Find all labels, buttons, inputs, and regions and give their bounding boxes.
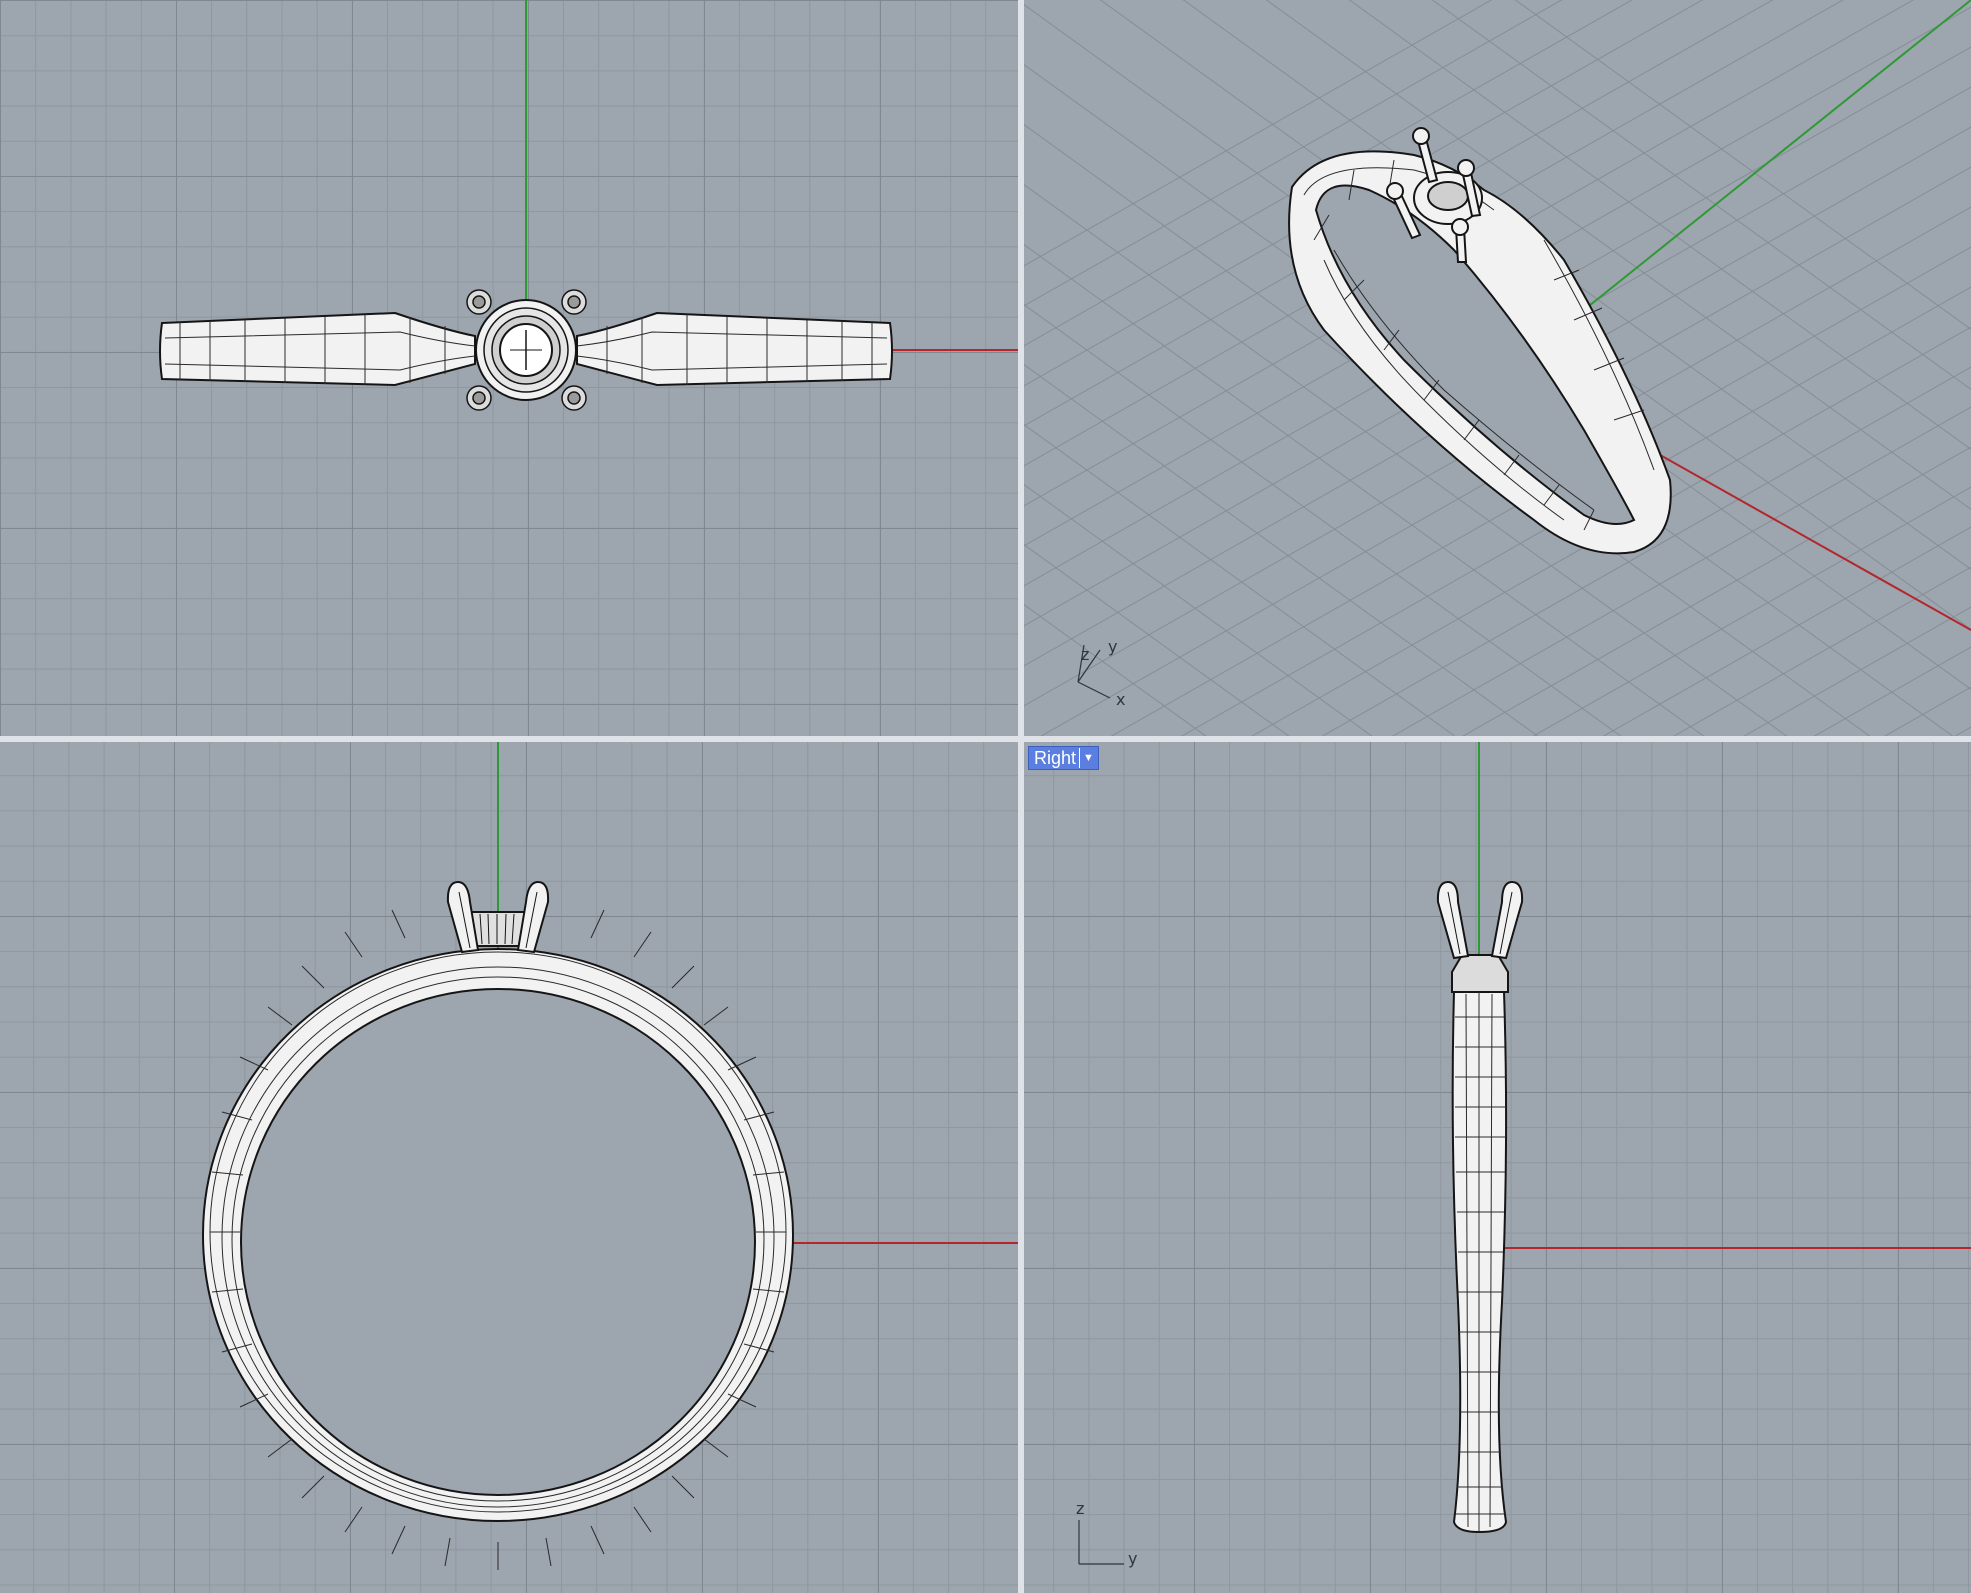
axis-z-label: z [1076, 1499, 1084, 1518]
setting-head-top [466, 289, 587, 411]
axis-x-label: x [1116, 690, 1125, 709]
perspective-viewport-canvas[interactable]: x y z [1024, 0, 1971, 736]
ring-band-front [202, 948, 794, 1522]
axis-z-label: z [1081, 645, 1089, 664]
front-viewport-canvas[interactable] [0, 742, 1018, 1593]
perspective-viewport[interactable]: x y z [1024, 0, 1971, 736]
rhino-workspace: x y z y z Right ▼ [0, 0, 1971, 1593]
ring-band-right [1451, 954, 1509, 1534]
axis-y-label: y [1108, 637, 1117, 656]
top-viewport-canvas[interactable] [0, 0, 1018, 736]
axis-y-label: y [1128, 1549, 1137, 1568]
viewport-title-text: Right [1034, 748, 1077, 768]
front-viewport[interactable] [0, 742, 1018, 1593]
right-viewport[interactable]: y z Right ▼ [1024, 742, 1971, 1593]
top-viewport[interactable] [0, 0, 1018, 736]
caret-down-icon[interactable]: ▼ [1079, 748, 1094, 768]
viewport-title-right[interactable]: Right ▼ [1028, 746, 1099, 770]
right-axis-icon [1078, 1520, 1124, 1565]
right-viewport-canvas[interactable]: y z [1024, 742, 1971, 1593]
